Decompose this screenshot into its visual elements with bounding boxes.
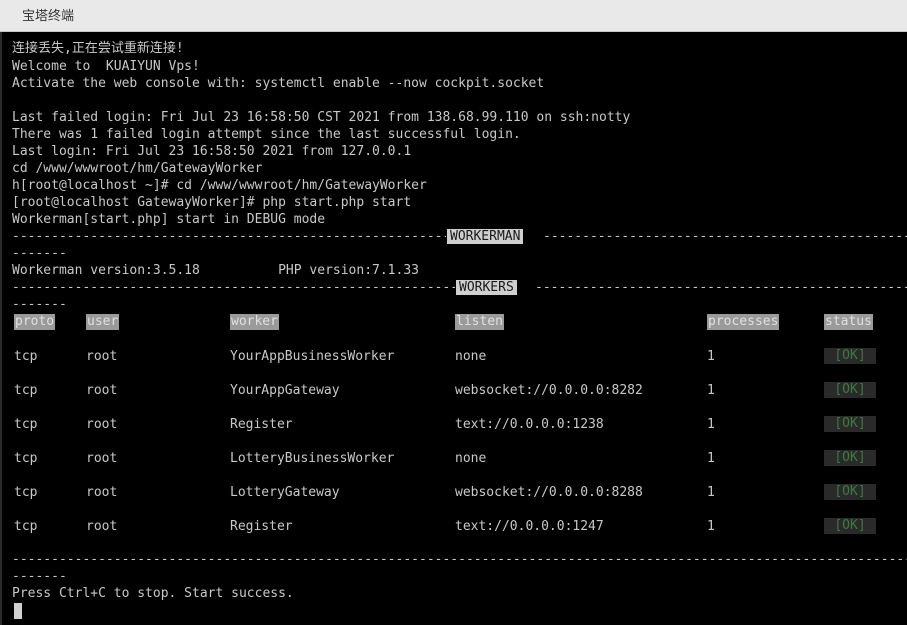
cell-user: root [86, 519, 118, 534]
cell-worker: Register [230, 519, 293, 534]
cell-proto: tcp [14, 417, 38, 432]
window-title: 宝塔终端 [22, 9, 75, 24]
output-line: [root@localhost GatewayWorker]# php star… [12, 195, 412, 210]
footer-line: Press Ctrl+C to stop. Start success. [12, 586, 294, 601]
cell-processes: 1 [707, 485, 715, 500]
output-line: Workerman[start.php] start in DEBUG mode [12, 212, 326, 227]
column-header-processes: processes [707, 314, 780, 330]
cell-worker: LotteryGateway [230, 485, 340, 500]
cell-user: root [86, 349, 118, 364]
cell-listen: text://0.0.0.0:1247 [455, 519, 604, 534]
cell-listen: websocket://0.0.0.0:8282 [455, 383, 643, 398]
column-header-status: status [824, 314, 873, 330]
version-line: Workerman version:3.5.18 PHP version:7.1… [12, 263, 419, 278]
terminal-window: 宝塔终端 连接丢失,正在尝试重新连接! Welcome to KUAIYUN V… [0, 0, 907, 625]
output-line: h[root@localhost ~]# cd /www/wwwroot/hm/… [12, 178, 427, 193]
cell-listen: none [455, 349, 487, 364]
output-line: 连接丢失,正在尝试重新连接! [12, 41, 184, 56]
cell-user: root [86, 485, 118, 500]
cell-processes: 1 [707, 451, 715, 466]
cell-processes: 1 [707, 519, 715, 534]
workers-header: WORKERS [456, 280, 517, 295]
cell-proto: tcp [14, 485, 38, 500]
cell-worker: Register [230, 417, 293, 432]
status-badge: [OK] [824, 518, 876, 534]
cell-listen: websocket://0.0.0.0:8288 [455, 485, 643, 500]
output-line: cd /www/wwwroot/hm/GatewayWorker [12, 161, 263, 176]
output-line: Last login: Fri Jul 23 16:58:50 2021 fro… [12, 144, 412, 159]
cell-user: root [86, 417, 118, 432]
separator-left: ----------------------------------------… [12, 229, 446, 244]
column-header-user: user [86, 314, 120, 330]
cell-processes: 1 [707, 383, 715, 398]
cell-user: root [86, 451, 118, 466]
cell-listen: none [455, 451, 487, 466]
status-badge: [OK] [824, 450, 876, 466]
text-cursor[interactable] [14, 603, 22, 619]
cell-proto: tcp [14, 519, 38, 534]
column-header-proto: proto [14, 314, 56, 330]
status-badge: [OK] [824, 382, 876, 398]
cell-proto: tcp [14, 451, 38, 466]
cell-processes: 1 [707, 349, 715, 364]
separator-wrap: ------- [12, 297, 67, 312]
cell-proto: tcp [14, 349, 38, 364]
output-line: There was 1 failed login attempt since t… [12, 127, 521, 142]
terminal-output[interactable]: 连接丢失,正在尝试重新连接! Welcome to KUAIYUN Vps! A… [0, 32, 907, 625]
separator-left: ----------------------------------------… [12, 280, 455, 295]
title-bar[interactable]: 宝塔终端 [0, 0, 907, 32]
workerman-header: WORKERMAN [447, 229, 524, 244]
output-line: Activate the web console with: systemctl… [12, 76, 545, 91]
output-line: Welcome to KUAIYUN Vps! [12, 59, 200, 74]
output-line: Last failed login: Fri Jul 23 16:58:50 C… [12, 110, 631, 125]
cell-processes: 1 [707, 417, 715, 432]
cell-worker: YourAppGateway [230, 383, 340, 398]
separator-wrap: ------- [12, 569, 67, 584]
status-badge: [OK] [824, 348, 876, 364]
cell-user: root [86, 383, 118, 398]
cell-listen: text://0.0.0.0:1238 [455, 417, 604, 432]
column-header-listen: listen [455, 314, 504, 330]
cell-worker: LotteryBusinessWorker [230, 451, 395, 466]
cell-worker: YourAppBusinessWorker [230, 349, 395, 364]
separator-right: ----------------------------------------… [535, 280, 907, 295]
column-header-worker: worker [230, 314, 279, 330]
status-badge: [OK] [824, 416, 876, 432]
separator-wrap: ------- [12, 246, 67, 261]
cell-proto: tcp [14, 383, 38, 398]
separator-bottom: ----------------------------------------… [12, 552, 907, 567]
separator-right: ----------------------------------------… [543, 229, 907, 244]
status-badge: [OK] [824, 484, 876, 500]
